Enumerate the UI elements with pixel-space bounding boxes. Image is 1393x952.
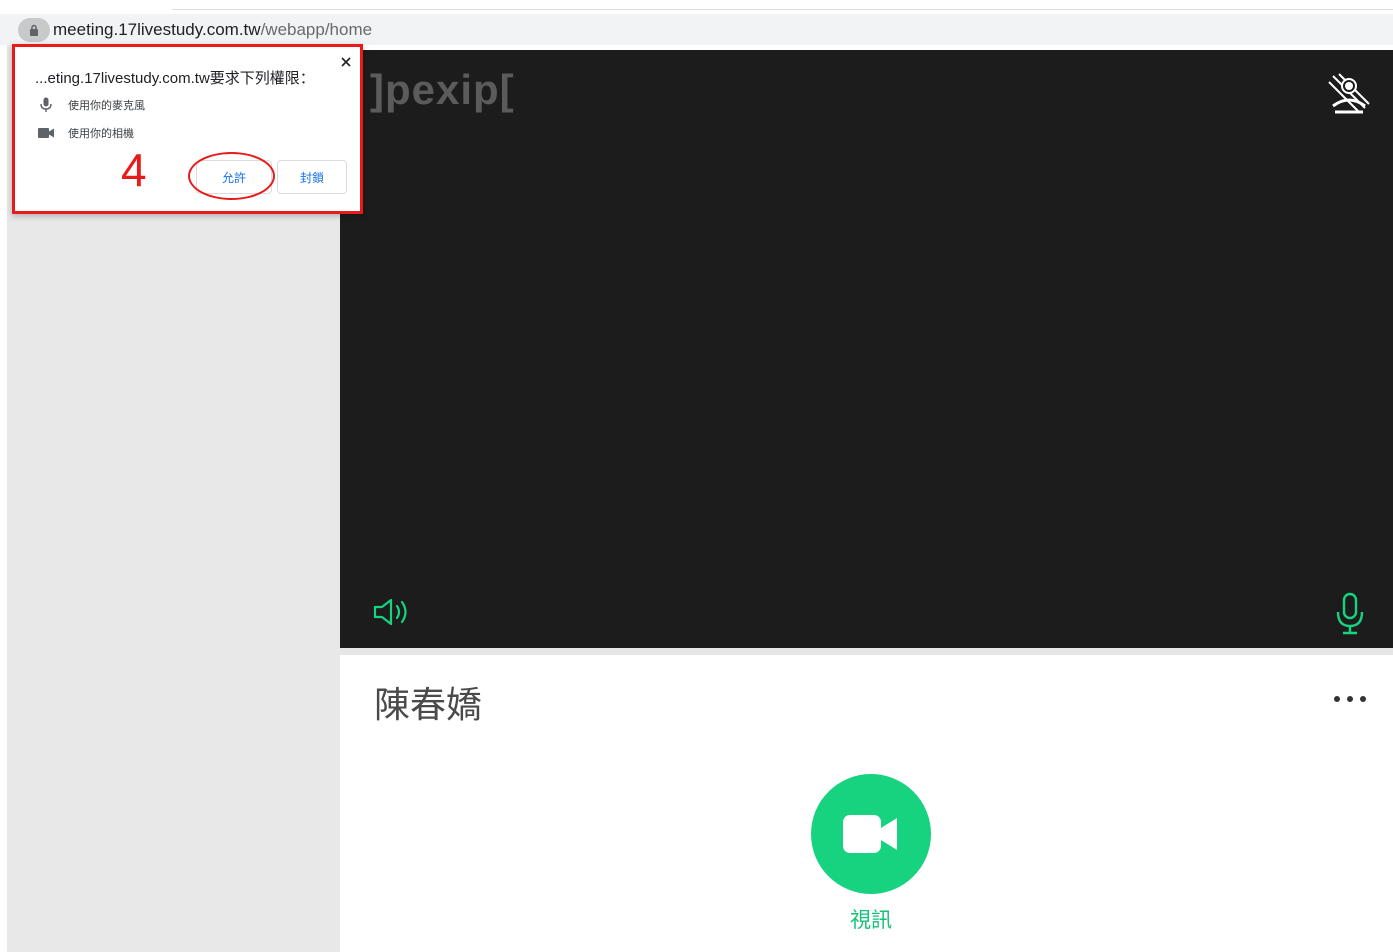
camera-icon [35,124,57,142]
caller-name: 陳春嬌 [374,684,483,725]
step-annotation: 4 [121,144,147,196]
address-bar[interactable]: meeting.17livestudy.com.tw/webapp/home [0,14,1393,45]
video-area: ]pexip[ [340,50,1393,648]
tab-strip-border [172,9,1393,10]
divider [340,648,1393,655]
video-camera-icon [843,815,897,853]
video-call-button[interactable] [811,774,931,894]
permission-row-camera: 使用你的相機 [35,124,134,142]
url-host: meeting.17livestudy.com.tw [53,20,261,39]
block-button[interactable]: 封鎖 [277,160,347,194]
video-call-label[interactable]: 視訊 [811,904,931,934]
microphone-icon[interactable] [1335,592,1365,636]
pexip-logo: ]pexip[ [370,66,515,113]
camera-off-icon[interactable] [1325,68,1373,116]
permission-row-microphone: 使用你的麥克風 [35,96,145,114]
more-icon[interactable] [1328,688,1372,710]
close-icon[interactable] [339,55,353,69]
speaker-icon[interactable] [372,595,412,629]
url-path: /webapp/home [260,20,373,39]
microphone-icon [35,96,57,114]
allow-button[interactable]: 允許 [196,160,272,194]
lock-icon[interactable] [18,18,50,42]
permission-camera-text: 使用你的相機 [68,128,134,140]
permission-popup: ...eting.17livestudy.com.tw要求下列權限： 使用你的麥… [12,44,363,214]
url-text[interactable]: meeting.17livestudy.com.tw/webapp/home [53,20,372,40]
permission-mic-text: 使用你的麥克風 [68,100,145,112]
permission-title: ...eting.17livestudy.com.tw要求下列權限： [35,70,315,87]
